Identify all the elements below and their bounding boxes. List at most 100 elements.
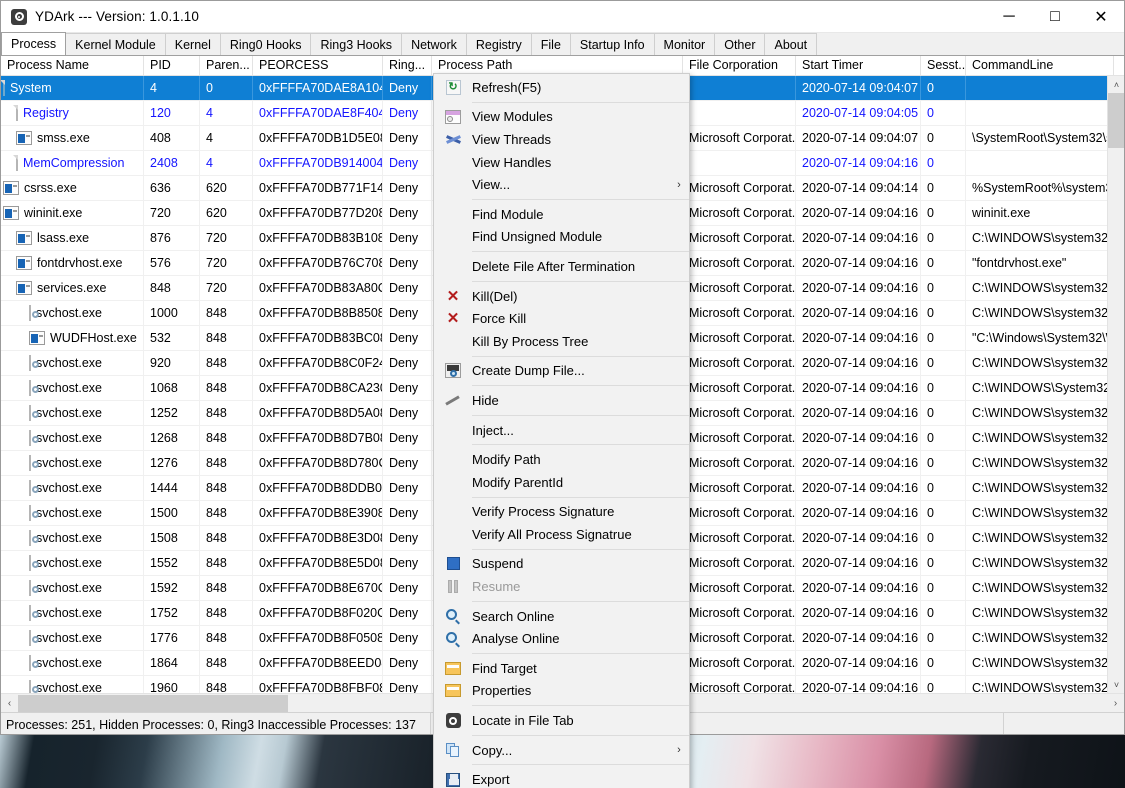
tab-registry[interactable]: Registry bbox=[465, 33, 532, 55]
menu-item-view-modules[interactable]: View Modules bbox=[434, 106, 689, 129]
scroll-down-arrow[interactable]: ˅ bbox=[1108, 676, 1124, 693]
cell-cmd: C:\WINDOWS\system32\svc bbox=[966, 401, 1114, 425]
cell-process-name: svchost.exe bbox=[1, 426, 144, 450]
menu-item-suspend[interactable]: Suspend bbox=[434, 553, 689, 576]
cell-corp: Microsoft Corporat... bbox=[683, 426, 796, 450]
search-icon bbox=[434, 631, 472, 646]
column-header-paren-[interactable]: Paren... bbox=[200, 56, 253, 75]
app-icon bbox=[16, 281, 32, 295]
cell-pid: 1864 bbox=[144, 651, 200, 675]
doc-blue-icon bbox=[3, 76, 5, 100]
menu-item-create-dump-file[interactable]: Create Dump File... bbox=[434, 360, 689, 383]
cell-parent: 848 bbox=[200, 401, 253, 425]
tab-kernel[interactable]: Kernel bbox=[164, 33, 221, 55]
tab-other[interactable]: Other bbox=[714, 33, 766, 55]
tab-ring0-hooks[interactable]: Ring0 Hooks bbox=[219, 33, 312, 55]
menu-item-view[interactable]: View... › bbox=[434, 173, 689, 196]
column-header-ring-[interactable]: Ring... bbox=[383, 56, 432, 75]
tab-about[interactable]: About bbox=[764, 33, 818, 55]
tab-monitor[interactable]: Monitor bbox=[653, 33, 716, 55]
vertical-scroll-thumb[interactable] bbox=[1108, 93, 1124, 148]
scroll-right-arrow[interactable]: › bbox=[1107, 694, 1124, 712]
cell-corp: Microsoft Corporat... bbox=[683, 301, 796, 325]
menu-item-label: Delete File After Termination bbox=[472, 258, 636, 274]
scroll-left-arrow[interactable]: ‹ bbox=[1, 694, 18, 712]
cell-parent: 848 bbox=[200, 376, 253, 400]
maximize-button[interactable]: □ bbox=[1032, 1, 1078, 32]
cell-peprocess: 0xFFFFA70DB8E39080 bbox=[253, 501, 383, 525]
process-name-label: svchost.exe bbox=[36, 356, 103, 370]
menu-item-hide[interactable]: Hide bbox=[434, 389, 689, 412]
menu-item-copy[interactable]: Copy... › bbox=[434, 739, 689, 762]
cell-ring: Deny bbox=[383, 651, 432, 675]
column-header-commandline[interactable]: CommandLine bbox=[966, 56, 1114, 75]
cell-peprocess: 0xFFFFA70DB8E5D080 bbox=[253, 551, 383, 575]
tab-file[interactable]: File bbox=[530, 33, 571, 55]
menu-item-force-kill[interactable]: ✕ Force Kill bbox=[434, 307, 689, 330]
menu-item-kill-del[interactable]: ✕ Kill(Del) bbox=[434, 285, 689, 308]
menu-item-label: Verify Process Signature bbox=[472, 504, 615, 520]
column-header-process-name[interactable]: Process Name bbox=[1, 56, 144, 75]
tab-kernel-module[interactable]: Kernel Module bbox=[65, 33, 166, 55]
menu-item-find-target[interactable]: Find Target bbox=[434, 657, 689, 680]
close-button[interactable]: ✕ bbox=[1078, 1, 1124, 32]
cell-parent: 848 bbox=[200, 426, 253, 450]
column-header-pid[interactable]: PID bbox=[144, 56, 200, 75]
doc-icon bbox=[16, 151, 18, 175]
cell-corp: Microsoft Corporat... bbox=[683, 476, 796, 500]
cell-session: 0 bbox=[921, 176, 966, 200]
menu-item-label: Modify ParentId bbox=[472, 474, 564, 490]
tab-ring3-hooks[interactable]: Ring3 Hooks bbox=[310, 33, 403, 55]
cell-cmd: "C:\Windows\System32\WU bbox=[966, 326, 1114, 350]
cell-corp: Microsoft Corporat... bbox=[683, 501, 796, 525]
menu-item-properties[interactable]: Properties bbox=[434, 680, 689, 703]
cell-corp bbox=[683, 76, 796, 100]
menu-item-view-threads[interactable]: View Threads bbox=[434, 128, 689, 151]
tab-startup-info[interactable]: Startup Info bbox=[569, 33, 655, 55]
menu-item-kill-by-process-tree[interactable]: Kill By Process Tree bbox=[434, 330, 689, 353]
menu-item-find-module[interactable]: Find Module bbox=[434, 203, 689, 226]
menu-item-find-unsigned-module[interactable]: Find Unsigned Module bbox=[434, 226, 689, 249]
menu-item-label: Kill(Del) bbox=[472, 288, 518, 304]
gear-icon bbox=[29, 601, 31, 625]
menu-item-locate-in-file-tab[interactable]: Locate in File Tab bbox=[434, 709, 689, 732]
cell-session: 0 bbox=[921, 651, 966, 675]
menu-item-export[interactable]: Export bbox=[434, 768, 689, 788]
process-name-label: svchost.exe bbox=[36, 656, 103, 670]
menu-item-verify-process-signature[interactable]: Verify Process Signature bbox=[434, 501, 689, 524]
scroll-up-arrow[interactable]: ˄ bbox=[1108, 76, 1124, 93]
doc-icon bbox=[16, 101, 18, 125]
column-header-start-timer[interactable]: Start Timer bbox=[796, 56, 921, 75]
cell-session: 0 bbox=[921, 276, 966, 300]
menu-item-modify-parentid[interactable]: Modify ParentId bbox=[434, 471, 689, 494]
menu-item-modify-path[interactable]: Modify Path bbox=[434, 448, 689, 471]
column-header-file-corporation[interactable]: File Corporation bbox=[683, 56, 796, 75]
menu-separator bbox=[472, 444, 689, 446]
cell-pid: 576 bbox=[144, 251, 200, 275]
cell-parent: 720 bbox=[200, 226, 253, 250]
minimize-button[interactable]: ─ bbox=[986, 1, 1032, 32]
menu-item-delete-file-after-termination[interactable]: Delete File After Termination bbox=[434, 255, 689, 278]
column-header-peorcess[interactable]: PEORCESS bbox=[253, 56, 383, 75]
column-header-sesst-[interactable]: Sesst... bbox=[921, 56, 966, 75]
vertical-scrollbar[interactable]: ˄ ˅ bbox=[1107, 76, 1124, 693]
horizontal-scroll-thumb[interactable] bbox=[18, 695, 288, 712]
cell-corp: Microsoft Corporat... bbox=[683, 551, 796, 575]
tab-process[interactable]: Process bbox=[1, 32, 67, 55]
cell-cmd: wininit.exe bbox=[966, 201, 1114, 225]
process-name-label: System bbox=[10, 81, 52, 95]
menu-item-search-online[interactable]: Search Online bbox=[434, 605, 689, 628]
app-icon bbox=[16, 131, 32, 145]
cell-process-name: svchost.exe bbox=[1, 601, 144, 625]
menu-item-inject[interactable]: Inject... bbox=[434, 419, 689, 442]
process-context-menu[interactable]: ↻ Refresh(F5) View Modules View Threads View… bbox=[433, 73, 690, 788]
menu-item-view-handles[interactable]: View Handles bbox=[434, 151, 689, 174]
cell-session: 0 bbox=[921, 626, 966, 650]
tab-network[interactable]: Network bbox=[401, 33, 467, 55]
gear-icon bbox=[29, 376, 31, 400]
menu-item-refresh-f5[interactable]: ↻ Refresh(F5) bbox=[434, 76, 689, 99]
menu-item-analyse-online[interactable]: Analyse Online bbox=[434, 627, 689, 650]
menu-item-verify-all-process-signatrue[interactable]: Verify All Process Signatrue bbox=[434, 523, 689, 546]
cell-parent: 848 bbox=[200, 626, 253, 650]
cell-process-name: MemCompression bbox=[1, 151, 144, 175]
